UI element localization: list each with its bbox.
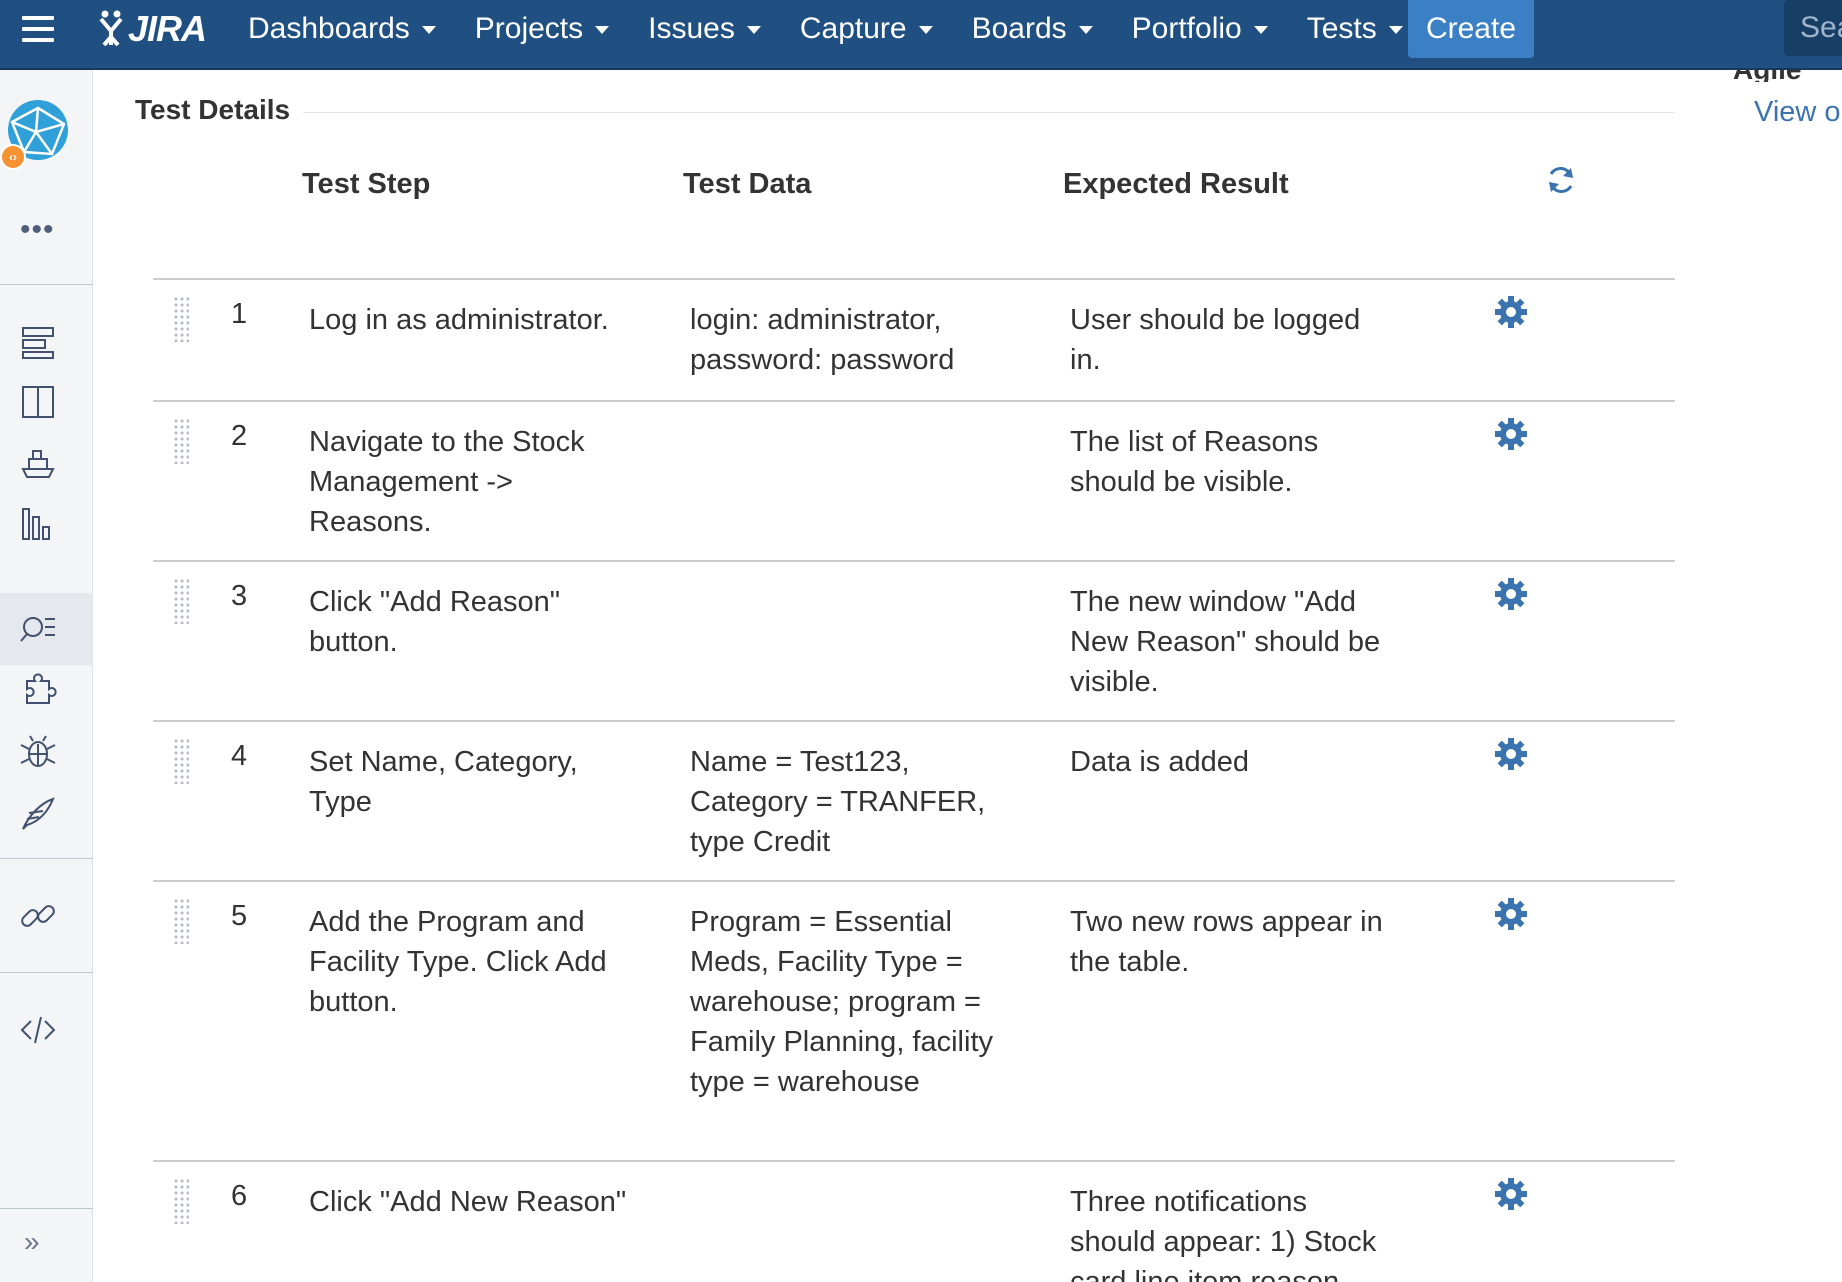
- drag-handle-icon[interactable]: [173, 1178, 189, 1224]
- project-sidebar: ‹› ••• »: [0, 70, 93, 1282]
- refresh-icon[interactable]: [1545, 164, 1577, 196]
- backlog-icon[interactable]: [18, 322, 58, 362]
- create-button[interactable]: Create: [1408, 0, 1534, 58]
- chevron-down-icon: [746, 26, 761, 34]
- step-number: 1: [231, 298, 248, 330]
- app-switcher-menu-icon[interactable]: [22, 16, 54, 42]
- menu-dashboards-label: Dashboards: [248, 12, 410, 45]
- drag-handle-icon[interactable]: [173, 578, 189, 624]
- menu-boards-label: Boards: [971, 12, 1067, 45]
- table-row: 6 Click "Add New Reason" Three notificat…: [153, 1162, 1675, 1282]
- main-menu: Dashboards Projects Issues Capture Board…: [248, 0, 1442, 58]
- menu-portfolio-label: Portfolio: [1131, 12, 1242, 45]
- collapse-sidebar-icon[interactable]: »: [24, 1226, 40, 1258]
- bug-icon[interactable]: [18, 732, 58, 772]
- menu-projects-label: Projects: [474, 12, 584, 45]
- test-details-title: Test Details: [135, 94, 291, 125]
- menu-capture-label: Capture: [799, 12, 907, 45]
- step-expected-result: Data is added: [1070, 746, 1249, 778]
- step-number: 6: [231, 1180, 248, 1212]
- column-header-expected-result: Expected Result: [1063, 168, 1289, 200]
- chevron-down-icon: [421, 26, 436, 34]
- drag-handle-icon[interactable]: [173, 296, 189, 342]
- main-content: Test Details Agile View on Test Step Tes…: [93, 70, 1842, 1282]
- gear-icon[interactable]: [1493, 736, 1529, 772]
- add-ons-icon[interactable]: [18, 670, 58, 710]
- menu-projects[interactable]: Projects: [474, 12, 610, 46]
- chevron-down-icon: [1253, 26, 1268, 34]
- step-data: login: administrator, password: password: [690, 304, 955, 376]
- column-header-test-step: Test Step: [302, 168, 431, 200]
- chevron-down-icon: [1388, 26, 1403, 34]
- table-row: 2 Navigate to the Stock Management -> Re…: [153, 402, 1675, 562]
- chevron-down-icon: [595, 26, 610, 34]
- chevron-down-icon: [918, 26, 933, 34]
- step-expected-result: The list of Reasons should be visible.: [1070, 426, 1319, 498]
- step-expected-result: Two new rows appear in the table.: [1070, 906, 1383, 978]
- drag-handle-icon[interactable]: [173, 898, 189, 944]
- sidebar-divider: [0, 284, 93, 285]
- issues-search-icon[interactable]: [18, 608, 58, 648]
- table-row: 4 Set Name, Category, Type Name = Test12…: [153, 722, 1675, 882]
- step-text: Add the Program and Facility Type. Click…: [309, 906, 607, 1018]
- step-text: Set Name, Category, Type: [309, 746, 578, 818]
- more-options-icon[interactable]: •••: [20, 215, 55, 245]
- step-number: 4: [231, 740, 248, 772]
- step-number: 2: [231, 420, 248, 452]
- board-icon[interactable]: [18, 382, 58, 422]
- step-data: Name = Test123, Category = TRANFER, type…: [690, 746, 986, 858]
- sidebar-divider: [0, 1208, 93, 1209]
- feather-icon[interactable]: [18, 794, 58, 834]
- drag-handle-icon[interactable]: [173, 738, 189, 784]
- step-text: Log in as administrator.: [309, 304, 609, 336]
- step-number: 5: [231, 900, 248, 932]
- search-input[interactable]: Sea: [1784, 0, 1842, 56]
- view-on-board-link[interactable]: View on: [1754, 96, 1842, 129]
- gear-icon[interactable]: [1493, 416, 1529, 452]
- code-icon[interactable]: [18, 1010, 58, 1050]
- menu-issues-label: Issues: [648, 12, 735, 45]
- link-icon[interactable]: [18, 896, 58, 936]
- menu-tests-label: Tests: [1306, 12, 1377, 45]
- step-number: 3: [231, 580, 248, 612]
- reports-icon[interactable]: [18, 504, 58, 544]
- step-data: Program = Essential Meds, Facility Type …: [690, 906, 993, 1098]
- menu-capture[interactable]: Capture: [800, 12, 933, 46]
- gear-icon[interactable]: [1493, 1176, 1529, 1212]
- code-badge-icon: ‹›: [0, 144, 26, 170]
- menu-boards[interactable]: Boards: [972, 12, 1093, 46]
- gear-icon[interactable]: [1493, 576, 1529, 612]
- agile-heading: Agile: [1733, 70, 1801, 82]
- title-divider: [303, 112, 1675, 113]
- menu-dashboards[interactable]: Dashboards: [248, 12, 436, 46]
- menu-tests[interactable]: Tests: [1307, 12, 1403, 46]
- gear-icon[interactable]: [1493, 896, 1529, 932]
- table-row: 3 Click "Add Reason" button. The new win…: [153, 562, 1675, 722]
- step-text: Click "Add New Reason": [309, 1186, 627, 1218]
- menu-issues[interactable]: Issues: [648, 12, 761, 46]
- step-text: Click "Add Reason" button.: [309, 586, 561, 658]
- jira-logo[interactable]: JIRA: [96, 6, 207, 52]
- table-row: 1 Log in as administrator. login: admini…: [153, 280, 1675, 402]
- chevron-down-icon: [1078, 26, 1093, 34]
- jira-logo-icon: [99, 10, 123, 47]
- sidebar-divider: [0, 858, 93, 859]
- step-text: Navigate to the Stock Management -> Reas…: [309, 426, 585, 538]
- step-expected-result: Three notifications should appear: 1) St…: [1070, 1186, 1377, 1282]
- step-expected-result: User should be logged in.: [1070, 304, 1361, 376]
- column-header-test-data: Test Data: [683, 168, 812, 200]
- logo-text: JIRA: [128, 8, 207, 49]
- menu-portfolio[interactable]: Portfolio: [1132, 12, 1268, 46]
- table-row: 5 Add the Program and Facility Type. Cli…: [153, 882, 1675, 1162]
- top-navigation: JIRA Dashboards Projects Issues Capture …: [0, 0, 1842, 70]
- drag-handle-icon[interactable]: [173, 418, 189, 464]
- gear-icon[interactable]: [1493, 294, 1529, 330]
- steps-table-header: Test Step Test Data Expected Result: [153, 138, 1675, 280]
- sidebar-divider: [0, 972, 93, 973]
- step-expected-result: The new window "Add New Reason" should b…: [1070, 586, 1381, 698]
- releases-icon[interactable]: [18, 442, 58, 482]
